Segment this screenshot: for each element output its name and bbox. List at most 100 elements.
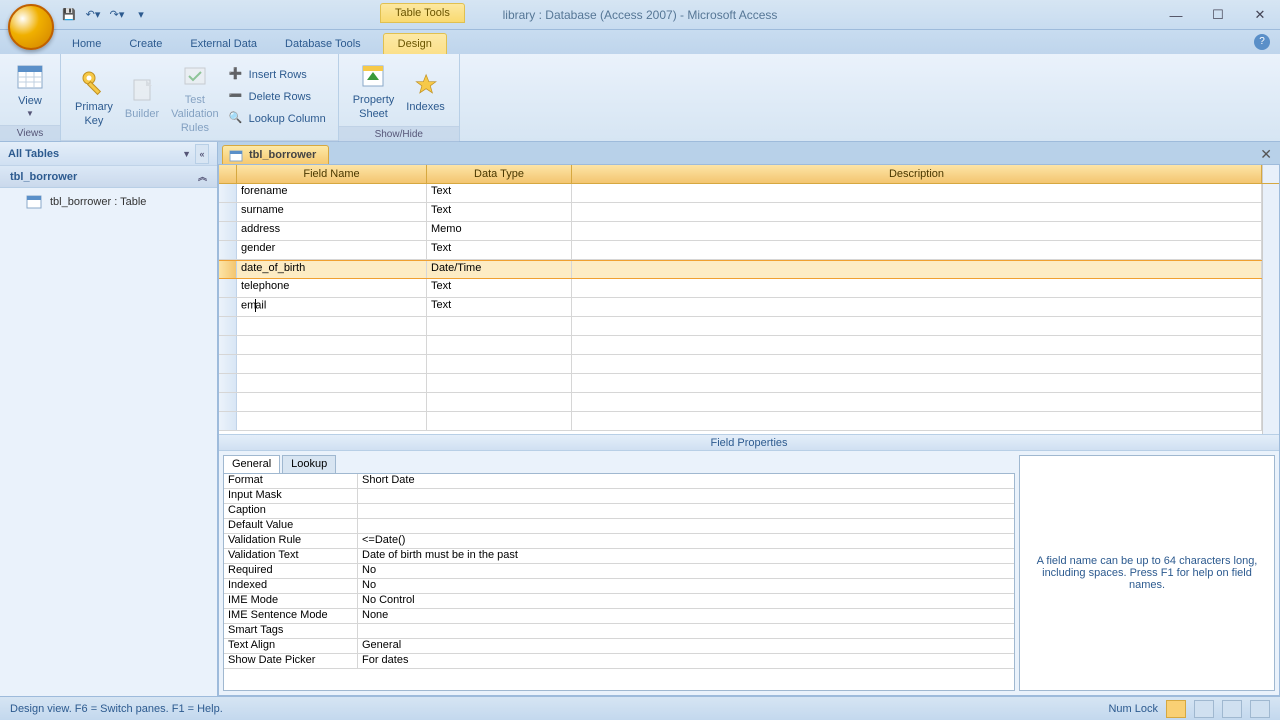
- property-row[interactable]: Smart Tags: [224, 624, 1014, 639]
- column-header-field-name[interactable]: Field Name: [237, 165, 427, 183]
- property-value[interactable]: Short Date: [358, 474, 1014, 488]
- office-button[interactable]: [8, 4, 54, 50]
- property-row[interactable]: Validation TextDate of birth must be in …: [224, 549, 1014, 564]
- field-name-cell[interactable]: [237, 374, 427, 392]
- description-cell[interactable]: [572, 184, 1262, 202]
- table-row[interactable]: date_of_birthDate/Time: [219, 260, 1262, 279]
- field-name-cell[interactable]: address: [237, 222, 427, 240]
- property-value[interactable]: <=Date(): [358, 534, 1014, 548]
- property-value[interactable]: No: [358, 564, 1014, 578]
- row-selector[interactable]: [219, 203, 237, 221]
- data-type-cell[interactable]: Memo: [427, 222, 572, 240]
- field-name-cell[interactable]: [237, 393, 427, 411]
- close-button[interactable]: ✕: [1248, 6, 1272, 24]
- description-cell[interactable]: [572, 355, 1262, 373]
- property-row[interactable]: Default Value: [224, 519, 1014, 534]
- tab-create[interactable]: Create: [115, 34, 176, 54]
- description-cell[interactable]: [572, 336, 1262, 354]
- field-name-cell[interactable]: forename: [237, 184, 427, 202]
- property-row[interactable]: Validation Rule<=Date(): [224, 534, 1014, 549]
- description-cell[interactable]: [572, 279, 1262, 297]
- field-name-cell[interactable]: [237, 412, 427, 430]
- data-type-cell[interactable]: [427, 393, 572, 411]
- description-cell[interactable]: [572, 222, 1262, 240]
- row-selector[interactable]: [219, 412, 237, 430]
- field-name-cell[interactable]: [237, 336, 427, 354]
- description-cell[interactable]: [572, 241, 1262, 259]
- design-view-button[interactable]: [1166, 700, 1186, 718]
- property-row[interactable]: Show Date PickerFor dates: [224, 654, 1014, 669]
- select-all-corner[interactable]: [219, 165, 237, 183]
- data-type-cell[interactable]: Text: [427, 298, 572, 316]
- property-value[interactable]: No: [358, 579, 1014, 593]
- property-value[interactable]: [358, 489, 1014, 503]
- description-cell[interactable]: [572, 374, 1262, 392]
- data-type-cell[interactable]: Text: [427, 184, 572, 202]
- prop-tab-lookup[interactable]: Lookup: [282, 455, 336, 473]
- table-row[interactable]: forenameText: [219, 184, 1262, 203]
- column-header-data-type[interactable]: Data Type: [427, 165, 572, 183]
- property-value[interactable]: General: [358, 639, 1014, 653]
- description-cell[interactable]: [572, 261, 1262, 278]
- close-document-button[interactable]: ✕: [1260, 146, 1272, 163]
- property-row[interactable]: IME Sentence ModeNone: [224, 609, 1014, 624]
- table-row[interactable]: emailText: [219, 298, 1262, 317]
- redo-icon[interactable]: ↷▾: [108, 6, 126, 24]
- data-type-cell[interactable]: Text: [427, 241, 572, 259]
- table-row[interactable]: [219, 336, 1262, 355]
- maximize-button[interactable]: ☐: [1206, 6, 1230, 24]
- pivot-chart-view-button[interactable]: [1250, 700, 1270, 718]
- description-cell[interactable]: [572, 298, 1262, 316]
- nav-header[interactable]: All Tables ▼ «: [0, 142, 217, 166]
- property-row[interactable]: Text AlignGeneral: [224, 639, 1014, 654]
- description-cell[interactable]: [572, 393, 1262, 411]
- data-type-cell[interactable]: Text: [427, 279, 572, 297]
- row-selector[interactable]: [219, 317, 237, 335]
- collapse-nav-icon[interactable]: «: [195, 144, 209, 164]
- data-type-cell[interactable]: [427, 317, 572, 335]
- nav-item-tbl-borrower-table[interactable]: tbl_borrower : Table: [0, 188, 217, 216]
- builder-button[interactable]: Builder: [119, 72, 165, 122]
- field-name-cell[interactable]: [237, 355, 427, 373]
- property-row[interactable]: RequiredNo: [224, 564, 1014, 579]
- property-value[interactable]: None: [358, 609, 1014, 623]
- property-row[interactable]: Caption: [224, 504, 1014, 519]
- datasheet-view-button[interactable]: [1194, 700, 1214, 718]
- field-name-cell[interactable]: email: [237, 298, 427, 316]
- view-button[interactable]: View ▼: [8, 59, 52, 120]
- table-row[interactable]: [219, 355, 1262, 374]
- row-selector[interactable]: [219, 355, 237, 373]
- lookup-column-button[interactable]: 🔍 Lookup Column: [225, 109, 330, 129]
- row-selector[interactable]: [219, 222, 237, 240]
- tab-home[interactable]: Home: [58, 34, 115, 54]
- tab-database-tools[interactable]: Database Tools: [271, 34, 375, 54]
- nav-group-tbl-borrower[interactable]: tbl_borrower ︽: [0, 166, 217, 188]
- description-cell[interactable]: [572, 412, 1262, 430]
- row-selector[interactable]: [219, 261, 237, 278]
- primary-key-button[interactable]: Primary Key: [69, 65, 119, 129]
- chevron-down-icon[interactable]: ▼: [182, 149, 191, 159]
- indexes-button[interactable]: Indexes: [400, 65, 451, 115]
- row-selector[interactable]: [219, 184, 237, 202]
- column-header-description[interactable]: Description: [572, 165, 1262, 183]
- table-row[interactable]: genderText: [219, 241, 1262, 260]
- field-name-cell[interactable]: date_of_birth: [237, 261, 427, 278]
- property-row[interactable]: IME ModeNo Control: [224, 594, 1014, 609]
- property-value[interactable]: [358, 624, 1014, 638]
- insert-rows-button[interactable]: ➕ Insert Rows: [225, 65, 330, 85]
- row-selector[interactable]: [219, 374, 237, 392]
- field-name-cell[interactable]: surname: [237, 203, 427, 221]
- data-type-cell[interactable]: [427, 412, 572, 430]
- property-value[interactable]: [358, 519, 1014, 533]
- minimize-button[interactable]: —: [1164, 6, 1188, 24]
- table-row[interactable]: telephoneText: [219, 279, 1262, 298]
- data-type-cell[interactable]: [427, 336, 572, 354]
- table-row[interactable]: surnameText: [219, 203, 1262, 222]
- property-value[interactable]: Date of birth must be in the past: [358, 549, 1014, 563]
- row-selector[interactable]: [219, 336, 237, 354]
- qat-menu-icon[interactable]: ▾: [132, 6, 150, 24]
- data-type-cell[interactable]: [427, 374, 572, 392]
- field-name-cell[interactable]: gender: [237, 241, 427, 259]
- tab-design[interactable]: Design: [383, 33, 447, 54]
- table-row[interactable]: [219, 374, 1262, 393]
